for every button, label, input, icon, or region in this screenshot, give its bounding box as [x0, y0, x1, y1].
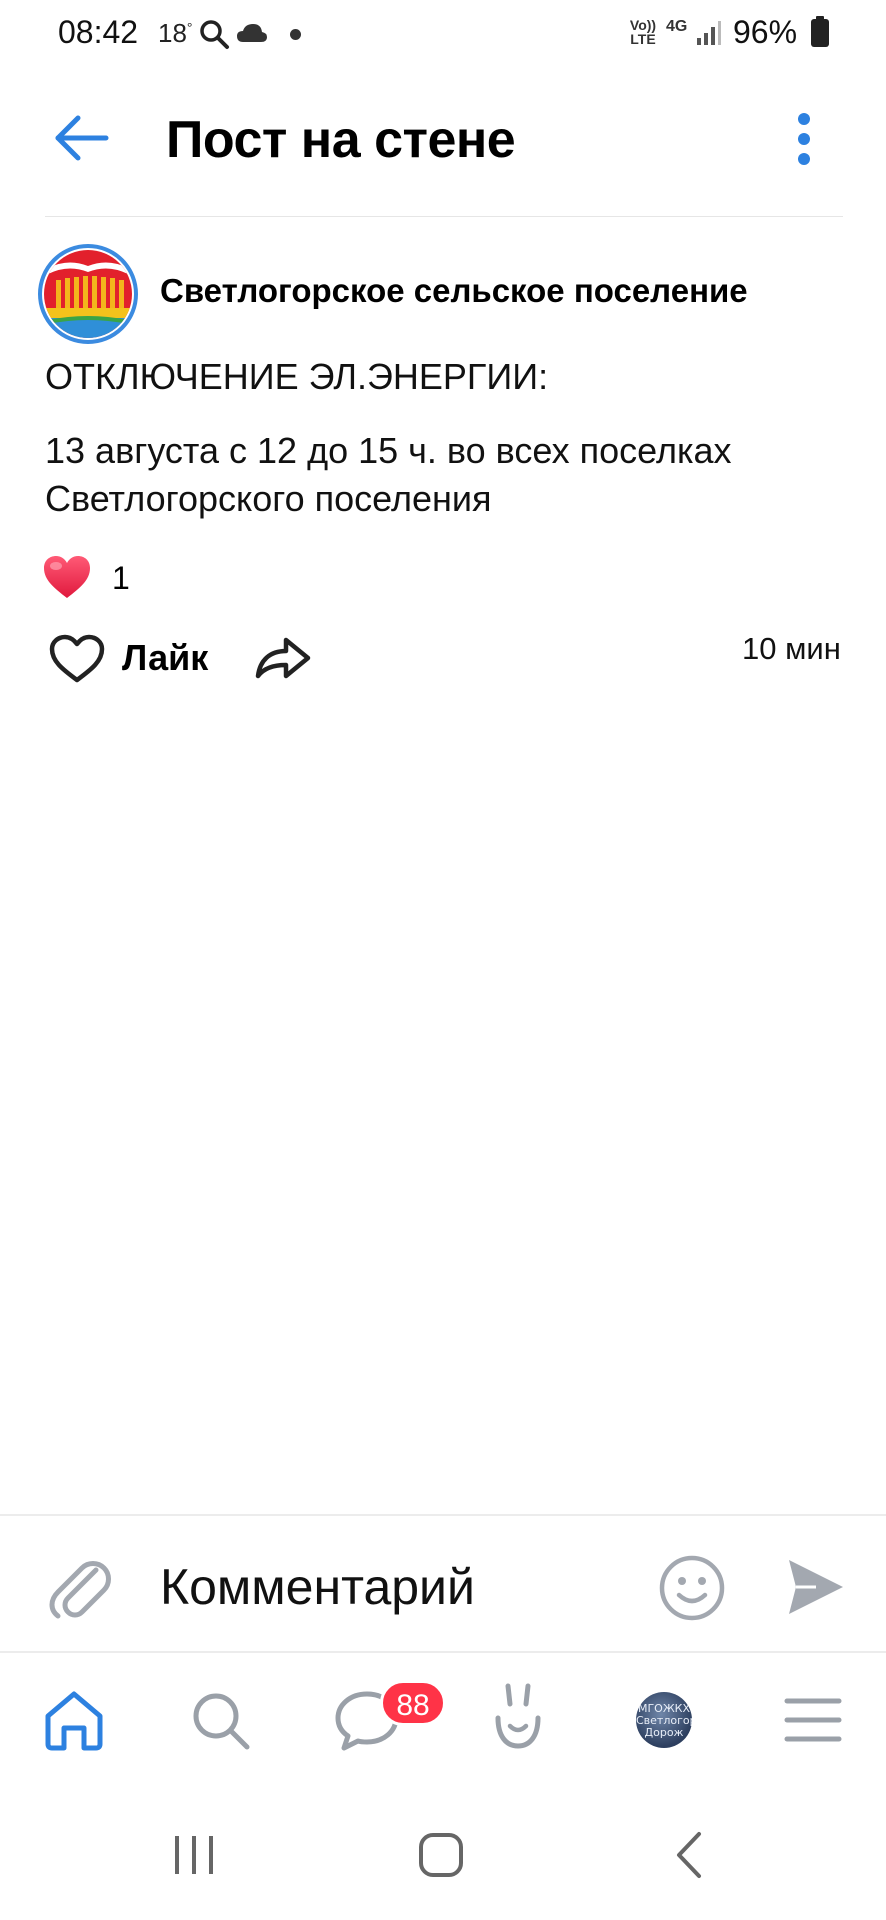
home-icon[interactable]: [42, 1688, 106, 1752]
tabbar-divider: [0, 1651, 886, 1653]
home-system-icon[interactable]: [418, 1832, 464, 1878]
status-time: 08:42: [58, 14, 139, 50]
signal-icon: [697, 21, 721, 45]
back-system-icon[interactable]: [674, 1830, 704, 1880]
post-author-name[interactable]: Светлогорское сельское поселение: [160, 272, 748, 310]
heart-outline-icon[interactable]: [48, 634, 106, 684]
status-temperature: 18°: [158, 18, 193, 48]
attach-icon[interactable]: [46, 1552, 112, 1622]
battery-percent: 96%: [733, 14, 798, 50]
search-status-icon: [200, 20, 229, 49]
emoji-icon[interactable]: [658, 1554, 726, 1622]
heart-reaction-icon[interactable]: [42, 554, 92, 600]
back-arrow-icon[interactable]: [52, 112, 110, 164]
reaction-count: 1: [112, 560, 130, 596]
messages-badge: 88: [380, 1680, 446, 1726]
comment-bar-divider: [0, 1514, 886, 1516]
send-icon[interactable]: [786, 1556, 846, 1618]
page-title: Пост на стене: [166, 111, 516, 169]
post-body: 13 августа с 12 до 15 ч. во всех поселка…: [45, 430, 732, 519]
comment-input[interactable]: Комментарий: [160, 1558, 475, 1616]
share-icon[interactable]: [252, 632, 314, 682]
recent-apps-icon[interactable]: [172, 1834, 216, 1876]
cloud-icon: [237, 24, 267, 42]
header-divider: [45, 216, 843, 217]
menu-icon[interactable]: [784, 1696, 842, 1744]
search-icon[interactable]: [190, 1690, 252, 1752]
post-heading: ОТКЛЮЧЕНИЕ ЭЛ.ЭНЕРГИИ:: [45, 356, 549, 397]
notification-dot-icon: [290, 29, 301, 40]
more-vertical-icon[interactable]: [790, 110, 818, 168]
post-time: 10 мин: [742, 631, 841, 666]
volte-label: Vo)) LTE: [629, 17, 657, 47]
author-avatar[interactable]: [38, 244, 138, 344]
clips-icon[interactable]: [488, 1682, 548, 1752]
battery-icon: [811, 16, 829, 47]
network-4g-label: 4G: [666, 18, 688, 35]
like-button[interactable]: Лайк: [122, 637, 208, 679]
profile-avatar[interactable]: МГОЖКХ Светлогор Дорож: [636, 1692, 692, 1748]
